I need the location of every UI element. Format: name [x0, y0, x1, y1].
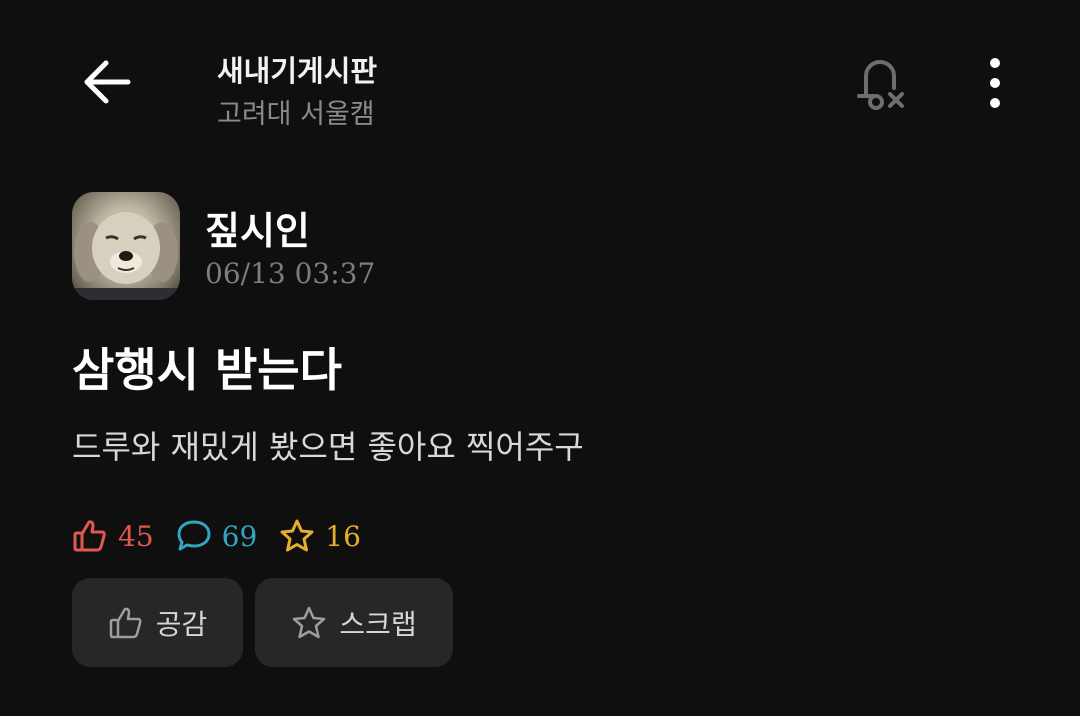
board-subtitle: 고려대 서울캠: [217, 99, 375, 130]
like-count: 45: [72, 518, 154, 554]
notification-toggle-button[interactable]: [846, 52, 912, 118]
comment-count: 69: [176, 518, 258, 554]
star-icon: [280, 519, 314, 552]
author-avatar[interactable]: [72, 192, 180, 300]
thumbs-up-icon: [73, 520, 106, 552]
post-body: 드루와 재밌게 봤으면 좋아요 찍어주구: [72, 428, 584, 466]
post-stats: 45 69 16: [72, 515, 383, 557]
comment-bubble-icon: [177, 520, 211, 551]
scrap-count: 16: [279, 518, 361, 554]
dog-avatar-icon: [72, 212, 180, 300]
comment-count-value: 69: [221, 519, 258, 553]
board-title: 새내기게시판: [217, 54, 378, 88]
like-count-value: 45: [118, 519, 154, 553]
author-name[interactable]: 짚시인: [205, 200, 310, 255]
bell-off-icon: [857, 60, 904, 110]
more-vertical-icon: [990, 58, 1000, 108]
scrap-button-label: 스크랩: [339, 607, 417, 641]
like-button[interactable]: 공감: [72, 578, 243, 667]
scrap-button[interactable]: 스크랩: [255, 578, 453, 667]
back-arrow-icon: [84, 60, 131, 104]
more-options-button[interactable]: [975, 56, 1015, 110]
post-timestamp: 06/13 03:37: [205, 257, 376, 290]
back-button[interactable]: [76, 52, 140, 112]
scrap-count-value: 16: [325, 519, 361, 553]
star-icon: [293, 606, 326, 638]
post-title: 삼행시 받는다: [72, 343, 342, 397]
like-button-label: 공감: [155, 607, 208, 641]
thumbs-up-icon: [109, 607, 142, 638]
